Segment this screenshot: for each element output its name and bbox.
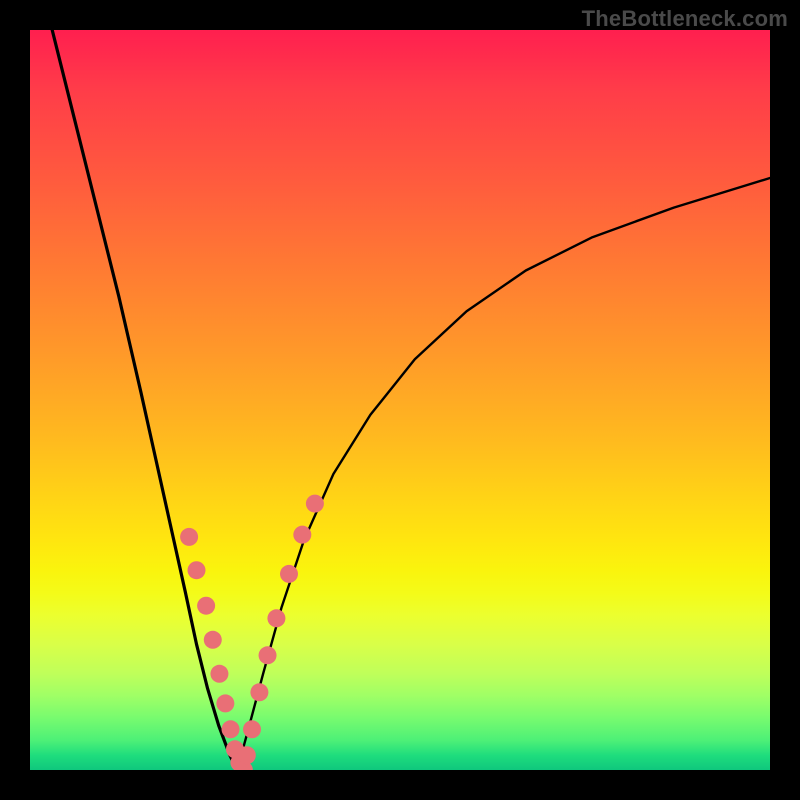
curve-left (52, 30, 237, 770)
marker-dot (293, 526, 311, 544)
chart-svg (30, 30, 770, 770)
marker-dot (180, 528, 198, 546)
marker-dot (238, 746, 256, 764)
marker-dot (243, 720, 261, 738)
marker-dot (250, 683, 268, 701)
marker-dot (280, 565, 298, 583)
right-branch (237, 178, 770, 770)
marker-dot (197, 597, 215, 615)
chart-container: TheBottleneck.com (0, 0, 800, 800)
marker-dot (216, 694, 234, 712)
marker-dot (210, 665, 228, 683)
marker-dot (222, 720, 240, 738)
markers-right-group (238, 495, 324, 765)
left-branch (52, 30, 237, 770)
marker-dot (204, 631, 222, 649)
plot-area (30, 30, 770, 770)
markers-left-group (180, 528, 253, 770)
marker-dot (188, 561, 206, 579)
watermark-text: TheBottleneck.com (582, 6, 788, 32)
marker-dot (259, 646, 277, 664)
marker-dot (267, 609, 285, 627)
marker-dot (306, 495, 324, 513)
curve-right (237, 178, 770, 770)
